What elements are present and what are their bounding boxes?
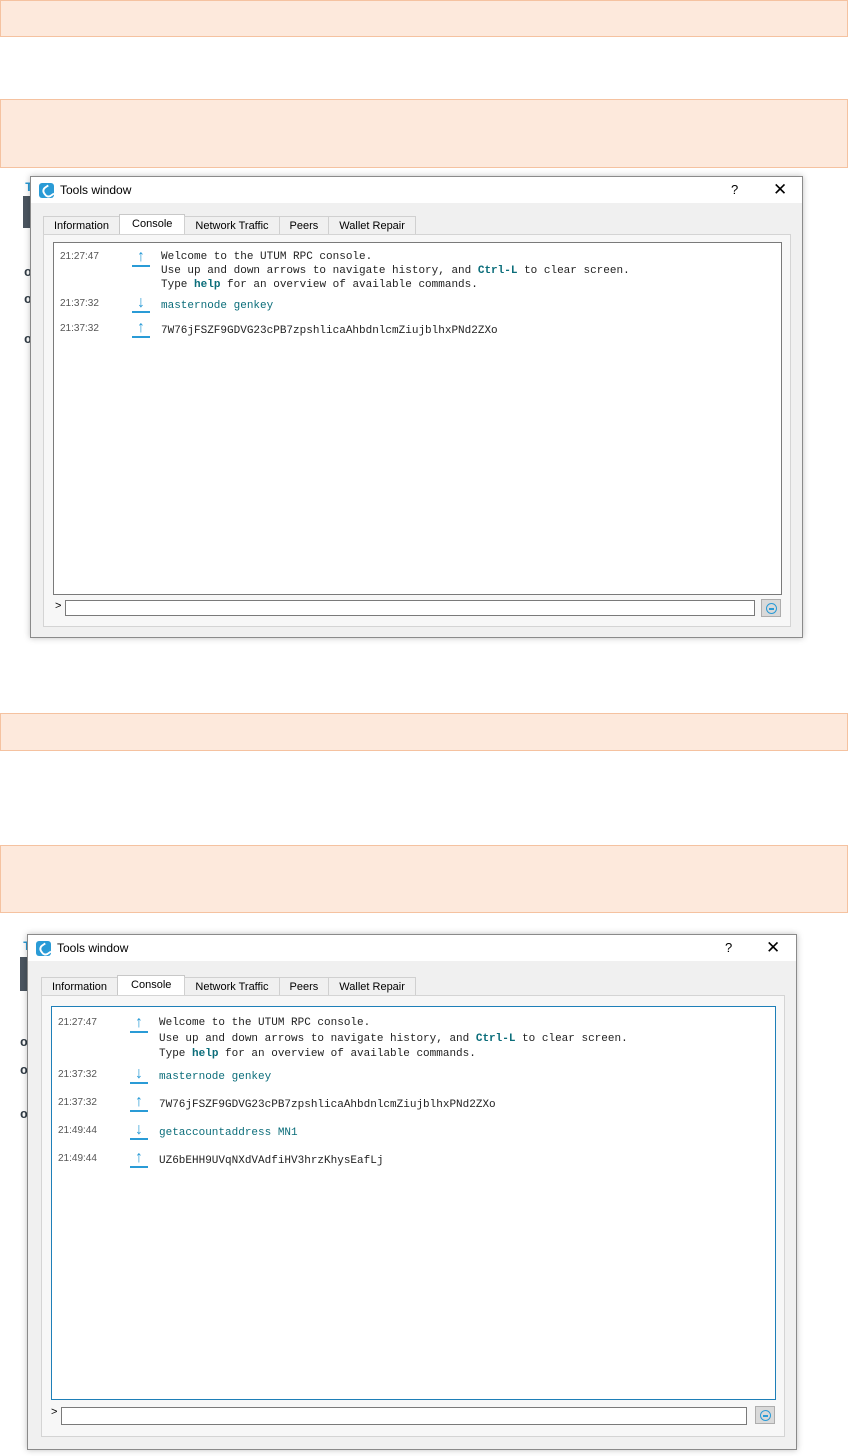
welcome-line-2-pre: Use up and down arrows to navigate histo… [161,265,478,277]
tab-information[interactable]: Information [41,977,119,995]
message-timestamp: 21:37:32 [60,323,99,334]
request-arrow-icon: ↓ [130,1122,148,1140]
tab-bar: Information Console Network Traffic Peer… [41,975,416,995]
reply-arrow-icon: ↑ [130,1094,148,1112]
welcome-line-3-post: for an overview of available commands. [218,1048,476,1060]
message-text: 7W76jFSZF9GDVG23cPB7zpshlicaAhbdnlcmZiuj… [161,325,498,337]
window-title: Tools window [57,941,129,955]
reply-arrow-icon: ↑ [132,249,150,267]
command-row: > [55,599,785,617]
welcome-line-3-pre: Type [159,1048,193,1060]
console-tab-panel: 21:27:47 ↑ Welcome to the UTUM RPC conso… [43,234,791,627]
welcome-message: Welcome to the UTUM RPC console. Use up … [161,250,630,292]
welcome-line-2-key: Ctrl-L [475,1032,516,1045]
title-bar: Tools window ? ✕ [31,177,802,203]
message-timestamp: 21:49:44 [58,1153,97,1164]
message-timestamp: 21:37:32 [60,298,99,309]
tools-window-1: Tools window ? ✕ Information Console Net… [30,176,803,638]
welcome-line-3-key: help [194,279,221,291]
tab-bar: Information Console Network Traffic Peer… [43,214,416,234]
tools-window-2: Tools window ? ✕ Information Console Net… [27,934,797,1450]
title-bar: Tools window ? ✕ [28,935,796,961]
message-text: masternode genkey [159,1071,272,1083]
console-output[interactable]: 21:27:47 ↑ Welcome to the UTUM RPC conso… [53,242,782,595]
reply-arrow-icon: ↑ [132,320,150,338]
message-timestamp: 21:37:32 [58,1097,97,1108]
message-text: UZ6bEHH9UVqNXdVAdfiHV3hrzKhysEafLj [159,1155,384,1167]
command-input[interactable] [65,600,755,616]
command-row: > [51,1405,779,1425]
welcome-line-3-post: for an overview of available commands. [220,279,478,291]
app-logo-icon [36,940,51,956]
clear-console-button[interactable] [755,1406,775,1424]
close-button[interactable]: ✕ [766,939,780,956]
tab-information[interactable]: Information [43,216,121,234]
tab-wallet-repair[interactable]: Wallet Repair [328,977,416,995]
help-button[interactable]: ? [731,182,738,197]
welcome-line-3-key: help [192,1048,219,1060]
reply-arrow-icon: ↑ [130,1150,148,1168]
tab-peers[interactable]: Peers [278,216,330,234]
command-input[interactable] [61,1407,747,1425]
console-tab-panel: 21:27:47 ↑ Welcome to the UTUM RPC conso… [41,995,785,1437]
tab-console[interactable]: Console [119,214,186,234]
help-button[interactable]: ? [725,940,732,955]
note-bar-1 [0,0,848,37]
close-button[interactable]: ✕ [773,181,787,198]
message-timestamp: 21:27:47 [60,251,99,262]
message-text: masternode genkey [161,300,274,312]
tab-wallet-repair[interactable]: Wallet Repair [328,216,416,234]
welcome-line-1: Welcome to the UTUM RPC console. [159,1017,371,1029]
message-text: 7W76jFSZF9GDVG23cPB7zpshlicaAhbdnlcmZiuj… [159,1099,496,1111]
welcome-line-1: Welcome to the UTUM RPC console. [161,251,373,263]
welcome-line-2-key: Ctrl-L [477,265,518,277]
reply-arrow-icon: ↑ [130,1015,148,1033]
welcome-line-2-pre: Use up and down arrows to navigate histo… [159,1032,476,1045]
request-arrow-icon: ↓ [130,1066,148,1084]
welcome-message: Welcome to the UTUM RPC console. Use up … [159,1016,628,1063]
console-output[interactable]: 21:27:47 ↑ Welcome to the UTUM RPC conso… [51,1006,776,1400]
welcome-line-2-post: to clear screen. [517,265,630,277]
message-timestamp: 21:49:44 [58,1125,97,1136]
tab-network-traffic[interactable]: Network Traffic [184,977,280,995]
note-bar-3 [0,713,848,751]
message-timestamp: 21:27:47 [58,1017,97,1028]
message-timestamp: 21:37:32 [58,1069,97,1080]
welcome-line-2-post: to clear screen. [515,1032,628,1045]
note-bar-4 [0,845,848,913]
tab-network-traffic[interactable]: Network Traffic [184,216,280,234]
prompt-symbol: > [55,600,62,612]
tab-console[interactable]: Console [117,975,186,995]
note-bar-2 [0,99,848,168]
window-title: Tools window [60,183,132,197]
tab-peers[interactable]: Peers [278,977,330,995]
message-text: getaccountaddress MN1 [159,1127,298,1139]
request-arrow-icon: ↓ [132,295,150,313]
app-logo-icon [39,182,54,198]
welcome-line-3-pre: Type [161,279,195,291]
clear-console-button[interactable] [761,599,781,617]
prompt-symbol: > [51,1406,58,1418]
